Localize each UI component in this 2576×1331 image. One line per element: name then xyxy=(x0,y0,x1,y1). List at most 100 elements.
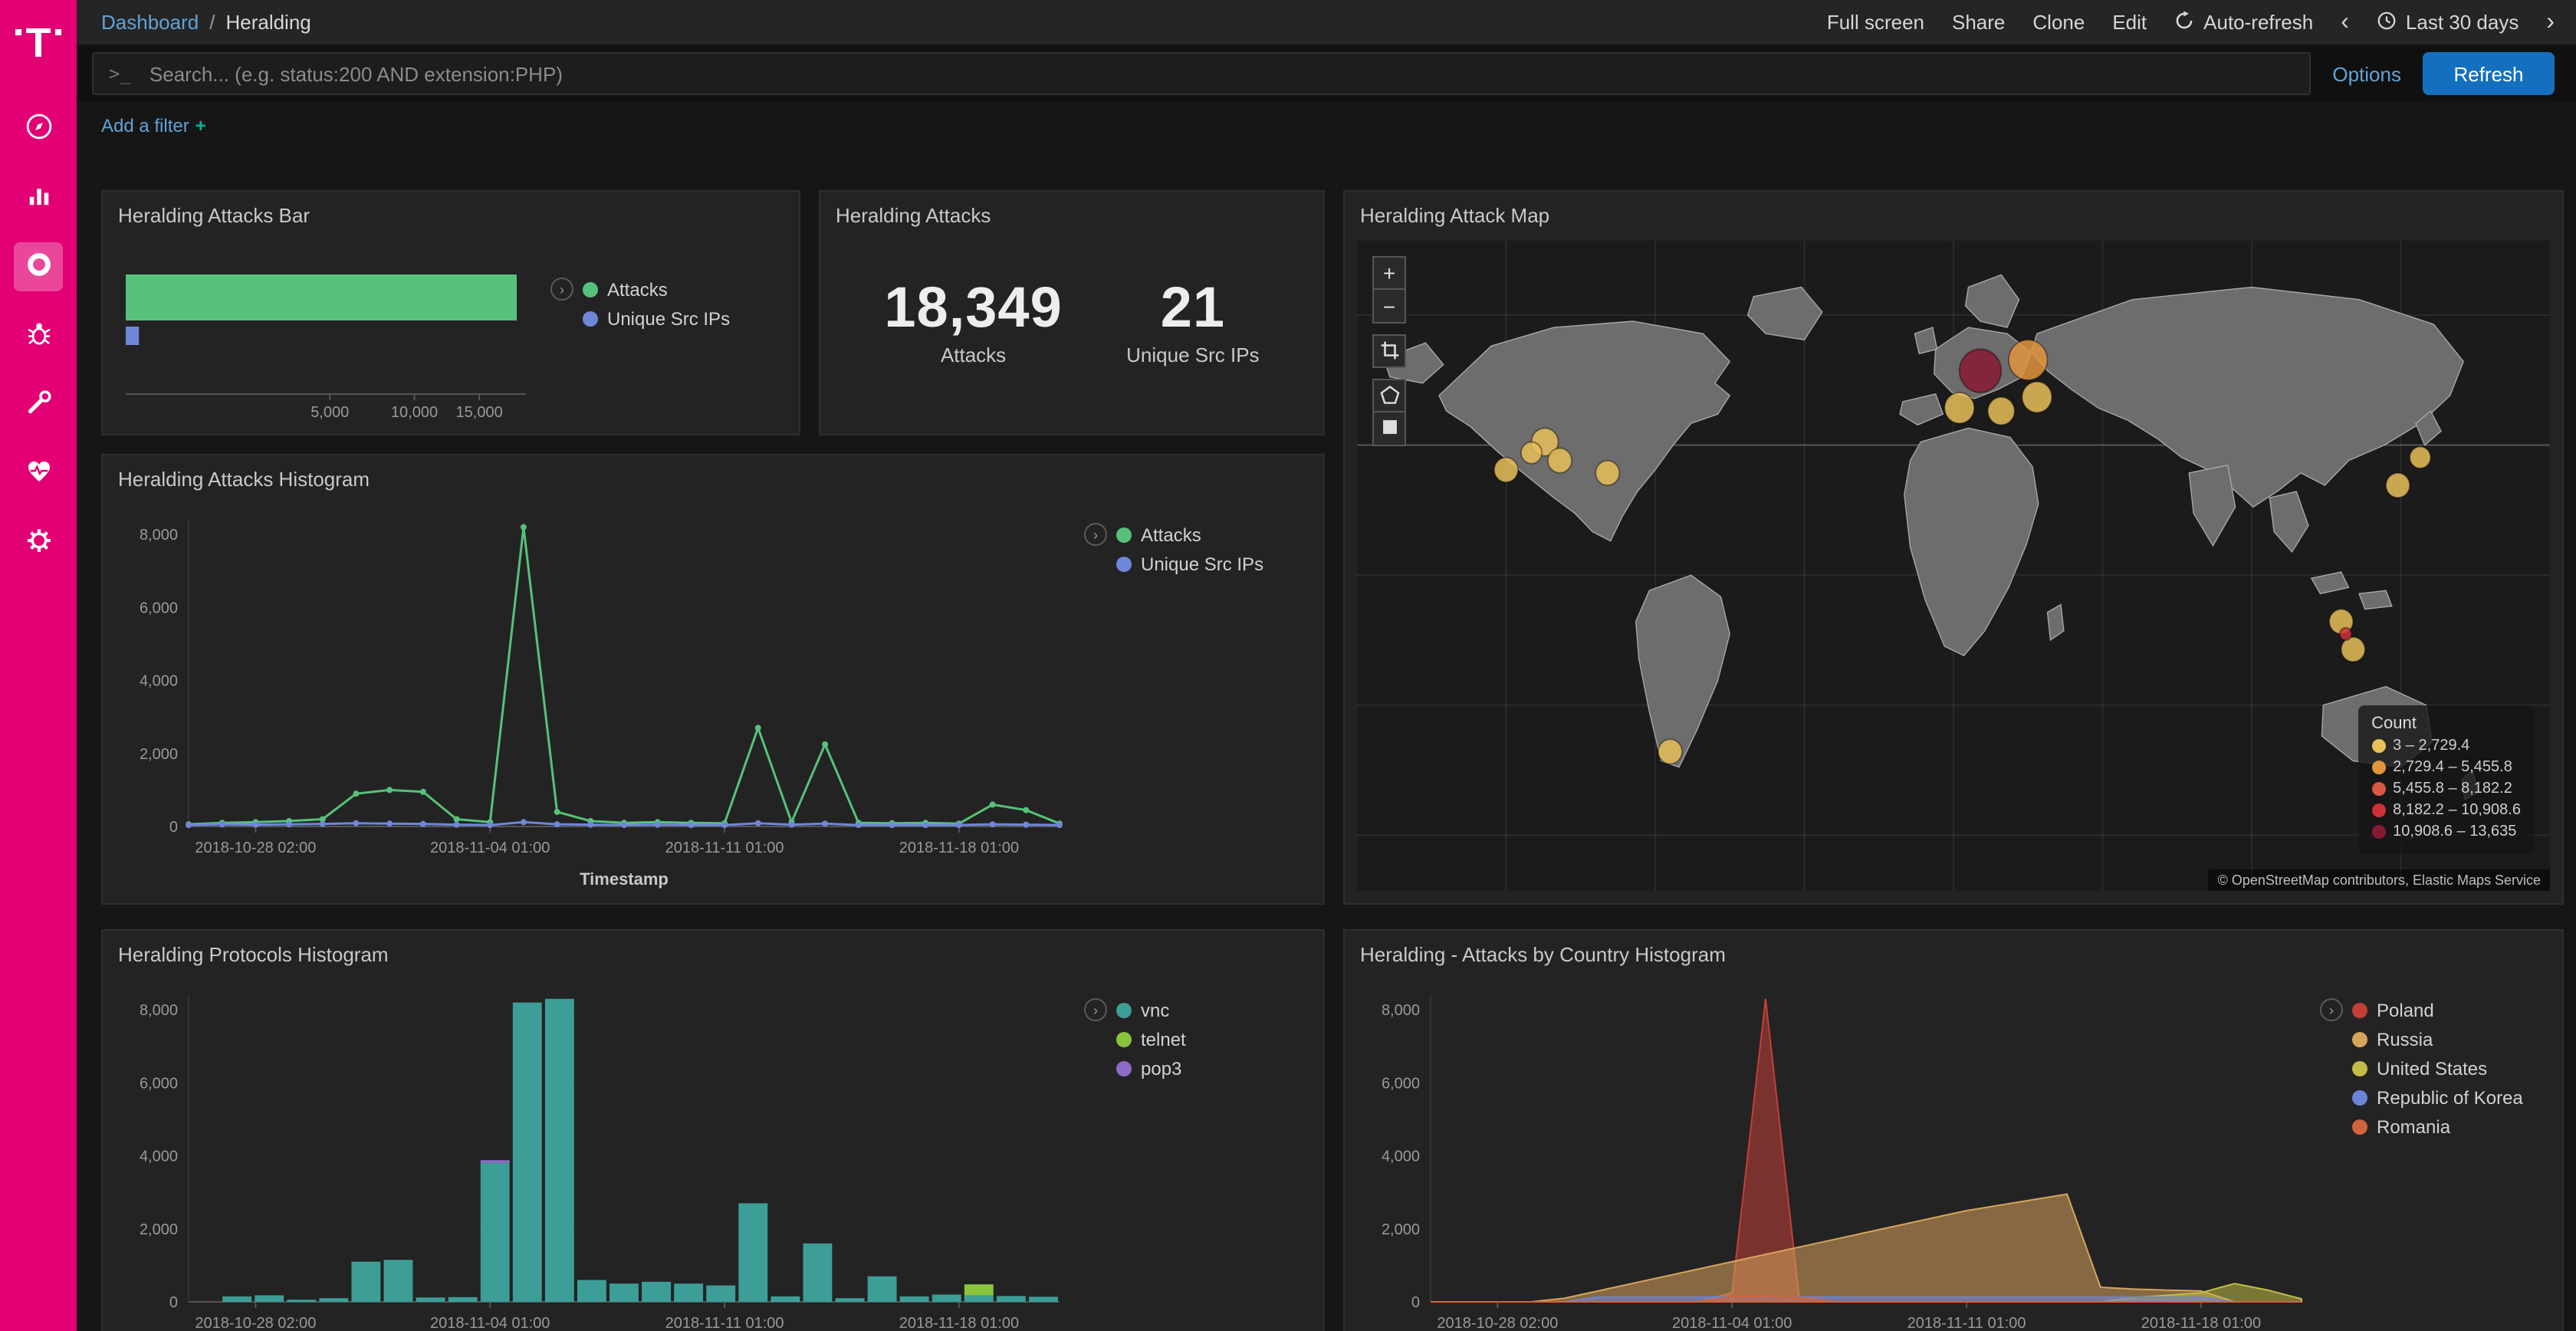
edit-button[interactable]: Edit xyxy=(2112,11,2147,34)
sidebar-nav xyxy=(14,104,63,567)
legend-label[interactable]: Poland xyxy=(2377,999,2434,1020)
svg-text:2018-11-18 01:00: 2018-11-18 01:00 xyxy=(2141,1315,2261,1331)
attacks-line-chart[interactable]: 02,0004,0006,0008,0002018-10-28 02:00201… xyxy=(118,508,1069,894)
sidebar-item-monitoring[interactable] xyxy=(14,449,63,498)
logo-dot-right xyxy=(56,29,62,35)
telekom-logo[interactable]: T xyxy=(15,3,62,83)
search-bar[interactable]: >_ xyxy=(92,52,2311,95)
sidebar-item-discover[interactable] xyxy=(14,104,63,153)
map-zoom-in-button[interactable]: + xyxy=(1372,256,1406,290)
breadcrumb: Dashboard / Heralding xyxy=(101,11,311,34)
chart-legend: › Attacks Unique Src IPs xyxy=(550,278,730,337)
svg-text:6,000: 6,000 xyxy=(140,600,178,616)
metric-value: 21 xyxy=(1126,275,1259,340)
panel-title: Heralding Attacks xyxy=(820,192,1323,230)
metric-attacks: 18,349 Attacks xyxy=(884,275,1062,366)
svg-text:0: 0 xyxy=(169,1294,178,1311)
breadcrumb-dashboard[interactable]: Dashboard xyxy=(101,11,199,34)
attacks-bar-chart[interactable]: 5,00010,00015,000 xyxy=(121,259,544,431)
panel-title: Heralding Protocols Histogram xyxy=(103,931,1323,969)
sidebar-item-dashboard[interactable] xyxy=(14,242,63,291)
clock-icon xyxy=(2377,10,2397,35)
sidebar-item-visualize[interactable] xyxy=(14,173,63,222)
search-input[interactable] xyxy=(146,61,2294,87)
map-fit-bounds-button[interactable] xyxy=(1372,334,1406,368)
panel-attacks-metric: Heralding Attacks 18,349 Attacks 21 Uniq… xyxy=(819,190,1325,435)
legend-label[interactable]: pop3 xyxy=(1141,1058,1181,1080)
legend-label[interactable]: Attacks xyxy=(607,278,668,300)
metric-label: Unique Src IPs xyxy=(1126,343,1259,366)
legend-label[interactable]: vnc xyxy=(1141,999,1169,1020)
sidebar-item-dev-tools[interactable] xyxy=(14,380,63,429)
svg-text:10,000: 10,000 xyxy=(391,404,438,421)
legend-label[interactable]: telnet xyxy=(1141,1029,1186,1050)
app-sidebar: T xyxy=(0,0,77,1331)
legend-label[interactable]: Russia xyxy=(2377,1029,2433,1050)
time-range-button[interactable]: Last 30 days xyxy=(2377,10,2518,35)
time-forward-button[interactable]: › xyxy=(2546,10,2555,35)
legend-expand-icon[interactable]: › xyxy=(550,278,573,301)
legend-dot xyxy=(1116,1032,1132,1047)
top-navbar: Dashboard / Heralding Full screen Share … xyxy=(77,0,2576,46)
clone-button[interactable]: Clone xyxy=(2032,11,2085,34)
legend-label[interactable]: Republic of Korea xyxy=(2377,1087,2523,1109)
time-back-button[interactable]: ‹ xyxy=(2341,10,2349,35)
svg-text:2018-11-04 01:00: 2018-11-04 01:00 xyxy=(430,1315,550,1331)
attack-map[interactable]: + − Count 3 – 2,729.4 2,72 xyxy=(1357,241,2550,891)
legend-dot xyxy=(583,281,598,297)
metric-unique-src-ips: 21 Unique Src IPs xyxy=(1126,275,1259,366)
svg-text:4,000: 4,000 xyxy=(1382,1149,1420,1165)
svg-text:4,000: 4,000 xyxy=(140,673,178,690)
legend-label[interactable]: United States xyxy=(2377,1058,2487,1080)
svg-text:8,000: 8,000 xyxy=(1382,1002,1420,1019)
refresh-button[interactable]: Refresh xyxy=(2423,52,2555,95)
svg-text:8,000: 8,000 xyxy=(140,527,178,544)
bar-chart-icon xyxy=(22,179,54,216)
query-prompt-icon: >_ xyxy=(109,63,131,84)
nav-actions: Full screen Share Clone Edit Auto-refres… xyxy=(1827,10,2555,35)
sidebar-item-security[interactable] xyxy=(14,311,63,360)
compass-icon xyxy=(22,110,54,147)
panel-country-histogram: Heralding - Attacks by Country Histogram… xyxy=(1343,929,2564,1331)
auto-refresh-button[interactable]: Auto-refresh xyxy=(2174,10,2313,35)
svg-text:2,000: 2,000 xyxy=(140,1221,178,1238)
map-polygon-tool-button[interactable] xyxy=(1372,379,1406,412)
svg-text:2018-10-28 02:00: 2018-10-28 02:00 xyxy=(195,1315,316,1331)
map-attribution[interactable]: © OpenStreetMap contributors, Elastic Ma… xyxy=(2209,869,2550,891)
legend-label[interactable]: Unique Src IPs xyxy=(1141,554,1263,575)
legend-label: 2,729.4 – 5,455.8 xyxy=(2393,759,2512,776)
svg-text:Timestamp: Timestamp xyxy=(580,869,669,889)
share-button[interactable]: Share xyxy=(1952,11,2005,34)
legend-expand-icon[interactable]: › xyxy=(1084,998,1107,1021)
metric-value: 18,349 xyxy=(884,275,1062,340)
legend-dot xyxy=(583,311,598,327)
legend-label: 8,182.2 – 10,908.6 xyxy=(2393,802,2521,819)
protocols-bar-chart[interactable]: 02,0004,0006,0008,0002018-10-28 02:00201… xyxy=(118,983,1069,1331)
svg-text:5,000: 5,000 xyxy=(310,404,349,421)
map-rectangle-tool-button[interactable] xyxy=(1372,412,1406,446)
options-link[interactable]: Options xyxy=(2332,62,2401,85)
map-zoom-out-button[interactable]: − xyxy=(1372,290,1406,324)
legend-label[interactable]: Unique Src IPs xyxy=(607,308,730,330)
legend-label[interactable]: Attacks xyxy=(1141,524,1201,545)
add-filter-link[interactable]: Add a filter+ xyxy=(101,115,206,136)
country-area-chart[interactable]: 02,0004,0006,0008,0002018-10-28 02:00201… xyxy=(1360,983,2311,1331)
legend-dot xyxy=(2352,1061,2367,1076)
legend-expand-icon[interactable]: › xyxy=(2320,998,2343,1021)
svg-text:2018-11-04 01:00: 2018-11-04 01:00 xyxy=(430,840,550,856)
logo-dot-left xyxy=(15,29,21,35)
full-screen-button[interactable]: Full screen xyxy=(1827,11,1924,34)
legend-label[interactable]: Romania xyxy=(2377,1116,2450,1138)
panel-attack-map: Heralding Attack Map xyxy=(1343,190,2564,905)
square-icon xyxy=(1379,417,1399,440)
svg-text:2,000: 2,000 xyxy=(1382,1221,1420,1238)
svg-text:0: 0 xyxy=(169,819,178,836)
legend-dot xyxy=(1116,1002,1132,1017)
svg-text:2018-11-18 01:00: 2018-11-18 01:00 xyxy=(899,840,1019,856)
kibana-dashboard-app: T xyxy=(0,0,2576,1331)
legend-dot xyxy=(1116,557,1132,572)
crop-icon xyxy=(1379,340,1399,363)
heartbeat-icon xyxy=(22,455,54,492)
legend-expand-icon[interactable]: › xyxy=(1084,523,1107,546)
sidebar-item-management[interactable] xyxy=(14,518,63,567)
